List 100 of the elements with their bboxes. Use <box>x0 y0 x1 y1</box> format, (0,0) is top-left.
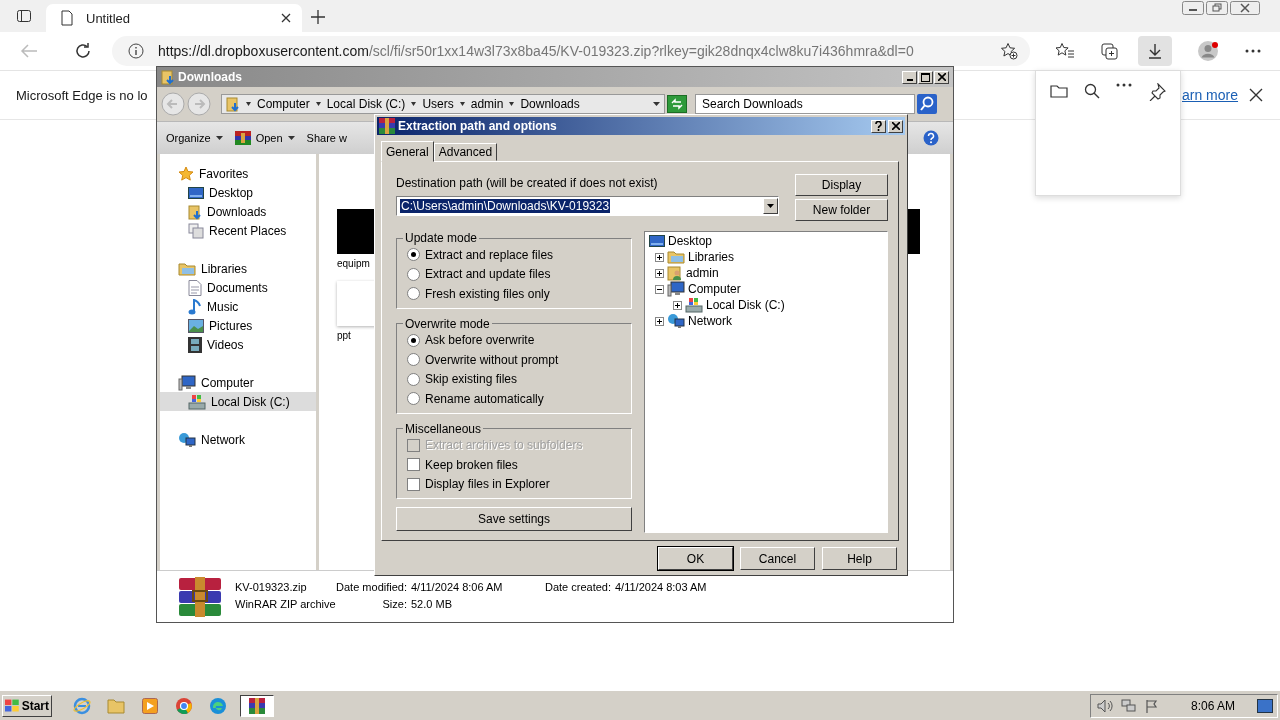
caret-icon[interactable] <box>459 102 465 106</box>
dropdown-icon[interactable] <box>653 102 660 106</box>
taskbar-button[interactable] <box>240 695 274 717</box>
minimize-icon[interactable] <box>1182 1 1204 15</box>
nav-item[interactable]: Desktop <box>160 183 316 202</box>
search-icon[interactable] <box>1084 83 1100 99</box>
nav-item[interactable]: Local Disk (C:) <box>160 392 316 411</box>
file-name[interactable]: ppt <box>337 330 351 341</box>
more-icon[interactable] <box>1116 83 1132 87</box>
nav-item[interactable]: Downloads <box>160 202 316 221</box>
checkbox[interactable] <box>407 477 420 491</box>
caret-icon[interactable] <box>315 102 321 106</box>
add-favorite-icon[interactable] <box>1000 42 1018 60</box>
help-icon[interactable] <box>923 130 939 146</box>
profile-icon[interactable] <box>1197 40 1219 62</box>
refresh-icon[interactable] <box>667 95 687 113</box>
dialog-button[interactable]: Display <box>795 174 888 196</box>
minimize-button[interactable] <box>902 70 917 84</box>
search-field[interactable]: Search Downloads <box>695 94 915 114</box>
caret-icon[interactable] <box>509 102 515 106</box>
dialog-button[interactable]: New folder <box>795 199 888 221</box>
radio-button[interactable] <box>407 267 420 281</box>
tree-item[interactable]: Computer <box>688 282 741 296</box>
expander[interactable] <box>655 268 664 278</box>
radio-button[interactable] <box>407 372 420 386</box>
nav-item[interactable]: Documents <box>160 278 316 297</box>
option-label[interactable]: Overwrite without prompt <box>425 352 559 367</box>
nav-item[interactable]: Network <box>160 430 316 449</box>
start-button[interactable]: Start <box>2 695 52 717</box>
option-label[interactable]: Extract and replace files <box>425 247 554 262</box>
learn-more-link[interactable]: arn more <box>1182 87 1239 103</box>
tree-item[interactable]: Network <box>688 314 732 328</box>
destination-combo[interactable]: C:\Users\admin\Downloads\KV-019323 <box>396 196 779 216</box>
help-button[interactable] <box>871 119 886 133</box>
network-icon[interactable] <box>1120 699 1137 713</box>
option-label[interactable]: Display files in Explorer <box>425 477 550 492</box>
option-label[interactable]: Rename automatically <box>425 391 544 406</box>
toolbar-button[interactable]: Share w <box>303 132 350 144</box>
nav-item[interactable]: Pictures <box>160 316 316 335</box>
more-icon[interactable] <box>1244 48 1262 54</box>
breadcrumb-item[interactable]: admin <box>470 97 504 111</box>
tab[interactable]: Advanced <box>433 143 498 161</box>
option-label[interactable]: Skip existing files <box>425 372 518 387</box>
radio-button[interactable] <box>407 353 420 367</box>
nav-item[interactable]: Favorites <box>160 164 316 183</box>
option-label[interactable]: Fresh existing files only <box>425 286 550 301</box>
nav-item[interactable]: Computer <box>160 373 316 392</box>
radio-button[interactable] <box>407 392 420 406</box>
tree-item[interactable]: Local Disk (C:) <box>706 298 785 312</box>
option-label[interactable]: Ask before overwrite <box>425 333 535 348</box>
dialog-button[interactable]: Help <box>822 547 897 570</box>
favorites-icon[interactable] <box>1055 42 1075 60</box>
downloads-button[interactable] <box>1138 36 1172 66</box>
expander[interactable] <box>673 300 682 310</box>
breadcrumb-item[interactable]: Local Disk (C:) <box>326 97 406 111</box>
flag-icon[interactable] <box>1144 699 1159 713</box>
nav-item[interactable]: Videos <box>160 335 316 354</box>
dialog-button[interactable]: Cancel <box>740 547 815 570</box>
caret-icon[interactable] <box>411 102 417 106</box>
show-desktop-icon[interactable] <box>1257 699 1273 713</box>
radio-button[interactable] <box>407 333 420 347</box>
toolbar-button[interactable]: Organize <box>163 132 226 144</box>
option-label[interactable]: Extract and update files <box>425 267 551 282</box>
nav-item[interactable]: Music <box>160 297 316 316</box>
address-field[interactable]: https://dl.dropboxusercontent.com/scl/fi/sr50r1xx14w3l73x8ba45/KV-019323.zip?rlkey=gik28dnqx4clw8ku7i436hmra&dl=0 <box>112 36 1030 66</box>
expander[interactable] <box>655 252 664 262</box>
close-button[interactable] <box>934 70 949 84</box>
refresh-icon[interactable] <box>74 42 92 60</box>
breadcrumb-item[interactable]: Users <box>422 97 454 111</box>
pin-icon[interactable] <box>1148 83 1166 101</box>
radio-button[interactable] <box>407 287 420 301</box>
folder-icon[interactable] <box>1050 83 1068 99</box>
caret-icon[interactable] <box>246 102 251 106</box>
expander[interactable] <box>655 284 664 294</box>
tree-item[interactable]: Desktop <box>668 234 713 248</box>
clock[interactable]: 8:06 AM <box>1190 699 1235 713</box>
new-tab-icon[interactable] <box>310 9 326 25</box>
browser-tab[interactable]: Untitled <box>46 4 302 32</box>
option-label[interactable]: Keep broken files <box>425 457 518 472</box>
tab-actions-icon[interactable] <box>16 8 32 24</box>
collections-icon[interactable] <box>1100 42 1120 60</box>
close-icon[interactable] <box>1249 88 1263 102</box>
close-icon[interactable] <box>280 12 292 24</box>
toolbar-button[interactable]: Open <box>231 131 298 145</box>
dialog-button[interactable]: OK <box>658 547 733 570</box>
address-bar[interactable]: Computer Local Disk (C:) Users admin Downloads <box>221 94 665 114</box>
expander[interactable] <box>655 316 664 326</box>
close-icon[interactable] <box>1230 1 1260 15</box>
maximize-button[interactable] <box>918 70 933 84</box>
tree-item[interactable]: Libraries <box>688 250 735 264</box>
checkbox[interactable] <box>407 458 420 472</box>
close-button[interactable] <box>888 119 903 133</box>
breadcrumb-item[interactable]: Downloads <box>520 97 580 111</box>
speaker-icon[interactable] <box>1096 699 1113 713</box>
radio-button[interactable] <box>407 248 420 262</box>
nav-item[interactable]: Recent Places <box>160 221 316 240</box>
restore-icon[interactable] <box>1206 1 1228 15</box>
breadcrumb-item[interactable]: Computer <box>257 97 310 111</box>
save-settings-button[interactable]: Save settings <box>396 507 632 531</box>
search-icon[interactable] <box>917 94 937 114</box>
